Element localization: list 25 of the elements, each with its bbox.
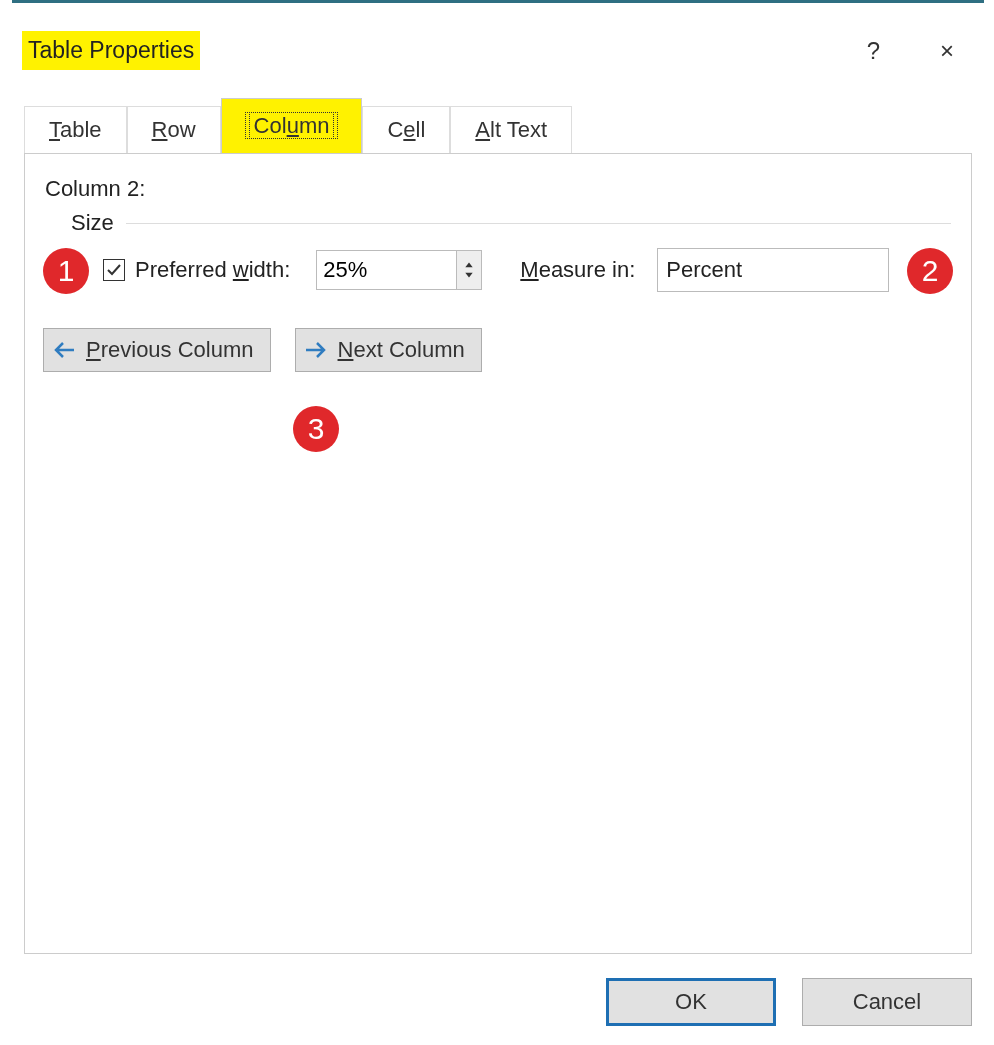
group-label: Size: [71, 210, 114, 236]
number-badge: 3: [293, 406, 339, 452]
cancel-button[interactable]: Cancel: [802, 978, 972, 1026]
width-field[interactable]: 25%: [316, 250, 457, 290]
tab[interactable]: Table: [24, 106, 127, 153]
tab[interactable]: Cell: [362, 106, 451, 153]
spinner-arrows-icon[interactable]: [456, 250, 483, 290]
measure-label: Measure in:: [520, 257, 636, 283]
number-badge: 2: [907, 248, 953, 294]
checkbox-label: Preferred width:: [135, 257, 291, 283]
left-arrow-icon: [52, 341, 76, 359]
ok-button[interactable]: OK: [606, 978, 776, 1026]
number-badge: 1: [43, 248, 89, 294]
help-button[interactable]: ?: [856, 32, 890, 69]
next-column-button[interactable]: Next Column: [294, 328, 482, 372]
column-heading: Column 2:: [45, 176, 147, 202]
close-button[interactable]: ×: [930, 32, 964, 69]
measure-dropdown[interactable]: Percent: [657, 248, 890, 292]
tab[interactable]: Row: [126, 106, 221, 153]
previous-column-button[interactable]: Previous Column: [43, 328, 271, 372]
right-arrow-icon: [303, 341, 328, 359]
window-title: Table Properties: [22, 31, 201, 70]
checkbox[interactable]: [103, 259, 125, 281]
tab[interactable]: Alt Text: [450, 106, 573, 153]
tab[interactable]: Column: [220, 98, 363, 153]
